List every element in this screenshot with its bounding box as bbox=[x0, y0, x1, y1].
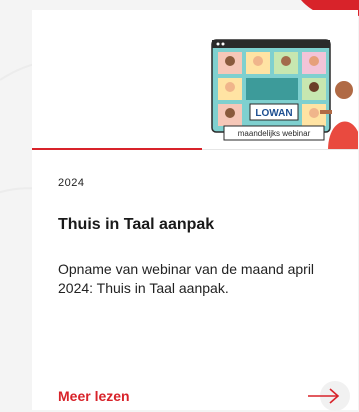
card-description: Opname van webinar van de maand april 20… bbox=[58, 261, 315, 296]
arrow-right-icon bbox=[308, 388, 340, 404]
card-title: Thuis in Taal aanpak bbox=[58, 216, 215, 233]
illustration-logo-text: LOWAN bbox=[255, 108, 292, 119]
article-card[interactable]: LOWAN maandelijks webinar 2024 Thuis in … bbox=[32, 10, 358, 411]
illustration-caption: maandelijks webinar bbox=[238, 129, 311, 138]
divider bbox=[202, 149, 358, 150]
card-year: 2024 bbox=[58, 177, 85, 189]
card-media: LOWAN maandelijks webinar bbox=[32, 10, 358, 150]
read-more-link[interactable]: Meer lezen bbox=[58, 388, 130, 404]
webinar-illustration: LOWAN maandelijks webinar bbox=[211, 39, 358, 150]
read-more-arrow-button[interactable] bbox=[302, 381, 350, 411]
accent-rule bbox=[32, 148, 202, 150]
